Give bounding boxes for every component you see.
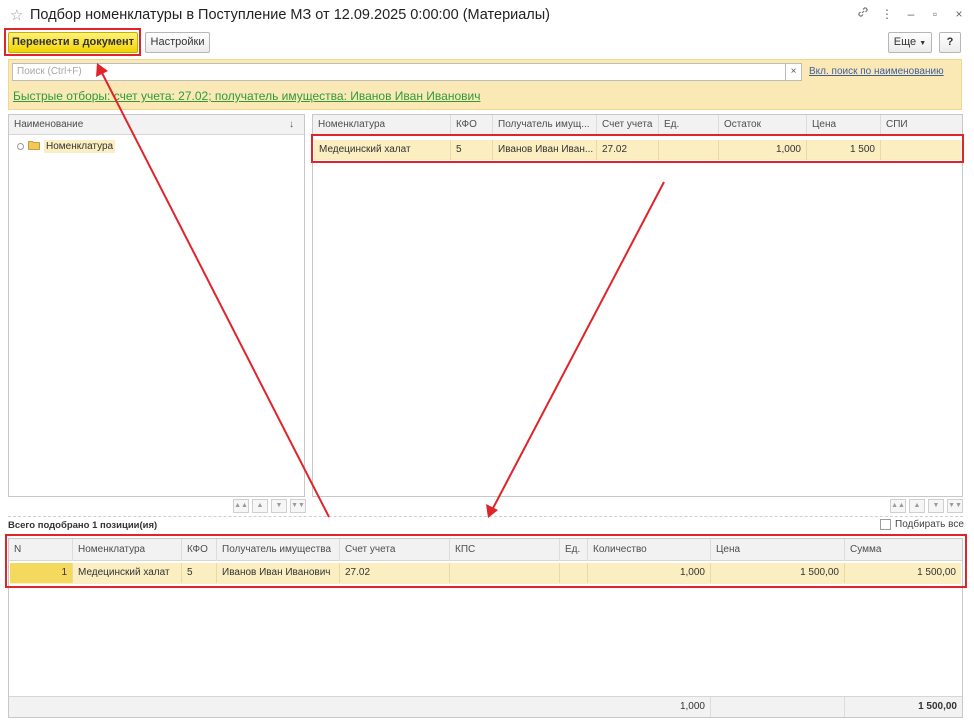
arrow-to-transfer-button: [99, 68, 330, 518]
annotation-arrows: [96, 63, 665, 518]
arrow-head-selected: [486, 504, 498, 518]
arrow-to-selected-grid: [490, 181, 665, 513]
